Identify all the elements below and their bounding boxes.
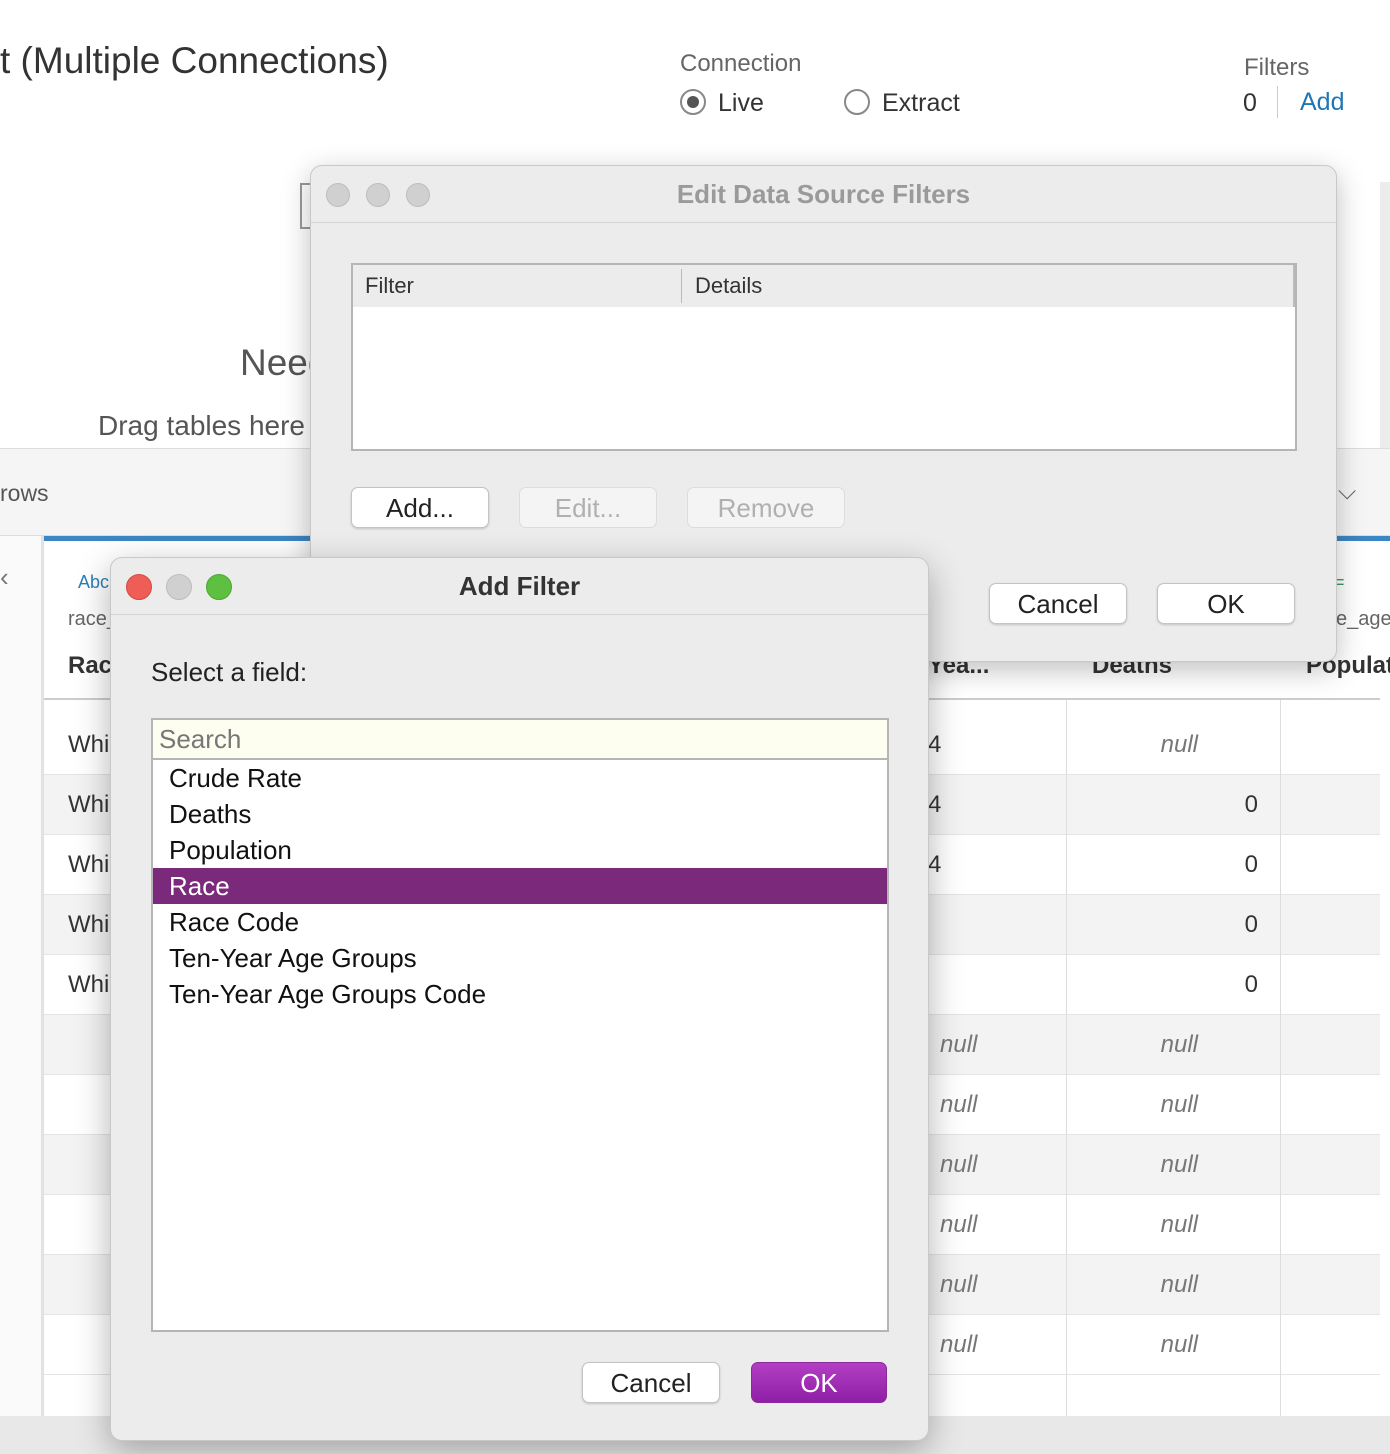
cell-deaths: null	[1160, 1151, 1198, 1178]
column-source-label: e_age_	[1336, 608, 1390, 630]
filters-count: 0	[1243, 89, 1257, 117]
edit-filter-button[interactable]: Edit...	[519, 487, 657, 528]
ok-button[interactable]: OK	[751, 1362, 887, 1403]
column-divider	[1293, 265, 1295, 307]
cell-deaths: null	[1160, 1091, 1198, 1118]
filters-table[interactable]: Filter Details	[351, 263, 1297, 451]
metadata-side-panel	[0, 536, 44, 1416]
field-item-crude-rate[interactable]: Crude Rate	[153, 760, 887, 796]
filters-add-link[interactable]: Add	[1300, 88, 1344, 117]
datasource-title[interactable]: t (Multiple Connections)	[0, 40, 389, 82]
field-item-race[interactable]: Race	[153, 868, 887, 904]
cell-deaths: 0	[1244, 791, 1258, 818]
dialog-title: Add Filter	[458, 571, 581, 601]
field-item-ten-year-age-groups[interactable]: Ten-Year Age Groups	[153, 940, 887, 976]
cancel-button[interactable]: Cancel	[582, 1362, 720, 1403]
cell-deaths: 0	[1244, 971, 1258, 998]
cell-race: Whi	[68, 911, 110, 938]
filters-label: Filters	[1244, 54, 1310, 81]
cell-deaths: null	[1160, 1331, 1198, 1358]
extract-radio-label[interactable]: Extract	[882, 89, 960, 118]
cell-deaths: 0	[1244, 911, 1258, 938]
cell-deaths: 0	[1244, 851, 1258, 878]
field-list[interactable]: Crude RateDeathsPopulationRaceRace CodeT…	[151, 718, 889, 1332]
column-divider	[1066, 700, 1067, 1416]
add-filter-dialog: Add Filter Select a field: Crude RateDea…	[110, 557, 929, 1441]
cell-year: null	[940, 1331, 978, 1358]
column-header-race[interactable]: Rac	[68, 652, 112, 680]
table-header: Filter Details	[353, 265, 1295, 307]
select-field-label: Select a field:	[151, 657, 308, 687]
field-item-race-code[interactable]: Race Code	[153, 904, 887, 940]
add-filter-button[interactable]: Add...	[351, 487, 489, 528]
dialog-titlebar: Add Filter	[111, 558, 928, 615]
remove-filter-button[interactable]: Remove	[687, 487, 845, 528]
canvas-hint: Drag tables here	[98, 410, 306, 441]
connection-label: Connection	[680, 50, 802, 77]
cancel-button[interactable]: Cancel	[989, 583, 1127, 624]
ok-button[interactable]: OK	[1157, 583, 1295, 624]
cell-year: null	[940, 1151, 978, 1178]
dialog-titlebar: Edit Data Source Filters	[311, 166, 1336, 223]
collapse-icon[interactable]: ‹	[0, 562, 9, 593]
search-input[interactable]	[153, 720, 887, 760]
live-radio[interactable]	[680, 89, 706, 115]
column-divider[interactable]	[681, 269, 682, 303]
cell-deaths: null	[1160, 1211, 1198, 1238]
cell-year: 4	[928, 731, 942, 758]
field-item-ten-year-age-groups-code[interactable]: Ten-Year Age Groups Code	[153, 976, 887, 1012]
field-item-population[interactable]: Population	[153, 832, 887, 868]
column-header-details[interactable]: Details	[695, 273, 762, 299]
cell-race: Whi	[68, 851, 110, 878]
cell-year: null	[940, 1091, 978, 1118]
right-scroll-edge	[1380, 182, 1390, 450]
cell-race: Whi	[68, 791, 110, 818]
cell-race: Whi	[68, 731, 110, 758]
cell-year: null	[940, 1211, 978, 1238]
cell-year: null	[940, 1031, 978, 1058]
cell-race: Whi	[68, 971, 110, 998]
column-header-filter[interactable]: Filter	[365, 273, 414, 299]
cell-year: 4	[928, 851, 942, 878]
extract-radio[interactable]	[844, 89, 870, 115]
cell-year: null	[940, 1271, 978, 1298]
dialog-title: Edit Data Source Filters	[676, 179, 971, 209]
rows-label: rows	[0, 480, 49, 506]
live-radio-label[interactable]: Live	[718, 89, 764, 118]
cell-deaths: null	[1160, 731, 1198, 758]
string-type-icon[interactable]: Abc	[78, 572, 109, 593]
column-divider	[1280, 700, 1281, 1416]
field-item-deaths[interactable]: Deaths	[153, 796, 887, 832]
chevron-down-icon[interactable]: ⌵	[1338, 478, 1356, 506]
cell-year: 4	[928, 791, 942, 818]
cell-deaths: null	[1160, 1271, 1198, 1298]
filters-divider	[1277, 86, 1278, 118]
cell-deaths: null	[1160, 1031, 1198, 1058]
